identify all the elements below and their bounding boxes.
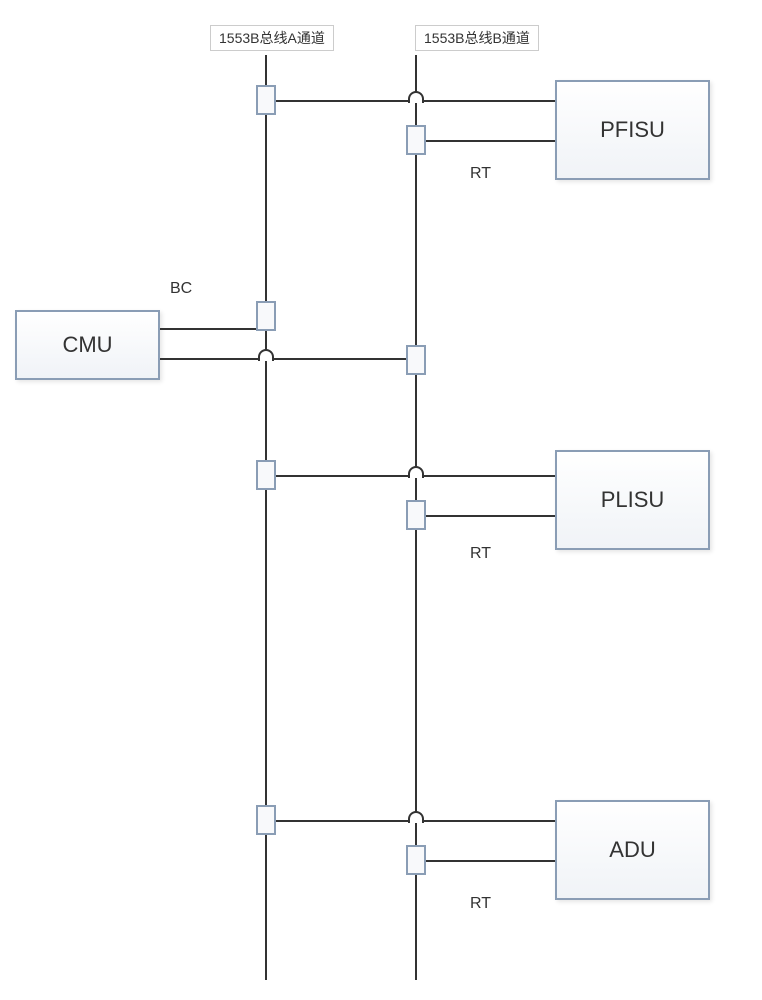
plisu-line-b (415, 515, 555, 517)
connector-cmu-a (256, 301, 276, 331)
node-pfisu: PFISU (555, 80, 710, 180)
jump-adu (408, 811, 424, 823)
node-cmu: CMU (15, 310, 160, 380)
node-cmu-label: CMU (62, 332, 112, 358)
role-label-cmu: BC (170, 280, 192, 298)
connector-cmu-b (406, 345, 426, 375)
node-adu: ADU (555, 800, 710, 900)
cmu-line-a (160, 328, 265, 330)
bus-label-a: 1553B总线A通道 (210, 25, 334, 51)
connector-adu-b (406, 845, 426, 875)
bus-line-a (265, 55, 267, 980)
role-label-adu: RT (470, 895, 491, 913)
node-plisu-label: PLISU (601, 487, 665, 513)
jump-plisu (408, 466, 424, 478)
bus-label-b: 1553B总线B通道 (415, 25, 539, 51)
role-label-pfisu: RT (470, 165, 491, 183)
cmu-line-b (160, 358, 416, 360)
jump-cmu (258, 349, 274, 361)
pfisu-line-b (415, 140, 555, 142)
node-adu-label: ADU (609, 837, 655, 863)
adu-line-b (415, 860, 555, 862)
connector-pfisu-b (406, 125, 426, 155)
node-pfisu-label: PFISU (600, 117, 665, 143)
connector-pfisu-a (256, 85, 276, 115)
connector-plisu-a (256, 460, 276, 490)
node-plisu: PLISU (555, 450, 710, 550)
role-label-plisu: RT (470, 545, 491, 563)
jump-pfisu (408, 91, 424, 103)
connector-adu-a (256, 805, 276, 835)
connector-plisu-b (406, 500, 426, 530)
